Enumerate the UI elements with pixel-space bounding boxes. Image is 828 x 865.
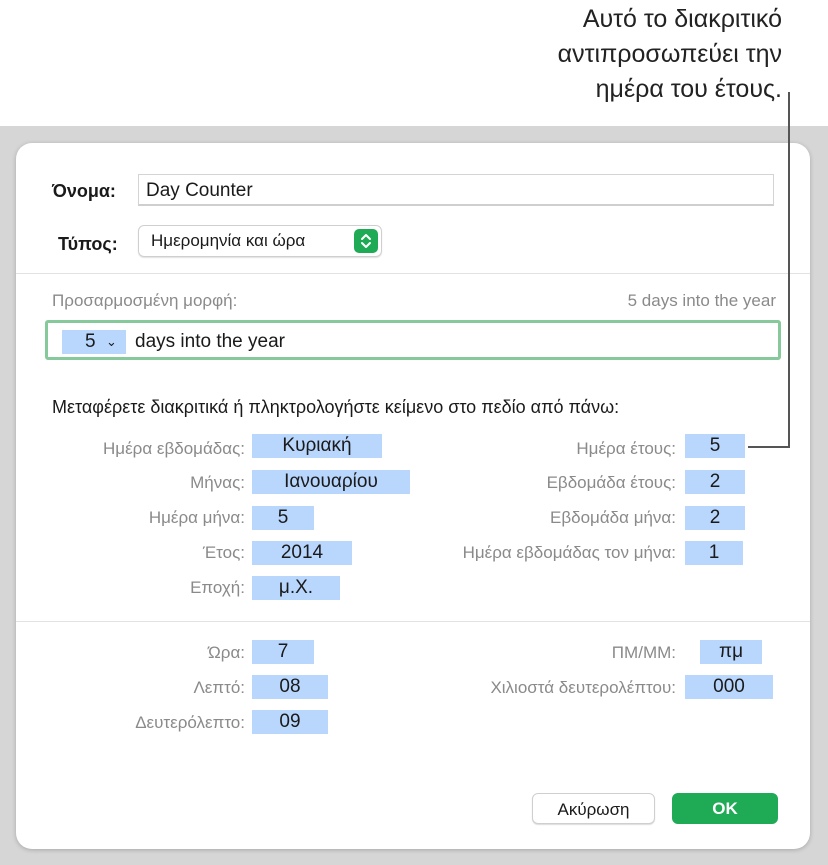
- callout-line-1: Αυτό το διακριτικό: [582, 5, 782, 33]
- token-week-of-year[interactable]: 2: [685, 470, 745, 494]
- token-label-milliseconds: Χιλιοστά δευτερολέπτου:: [490, 678, 676, 697]
- token-label-year: Έτος:: [202, 543, 245, 562]
- token-label-week-of-month: Εβδομάδα μήνα:: [550, 508, 676, 527]
- token-year[interactable]: 2014: [252, 541, 352, 565]
- ok-button[interactable]: OK: [672, 793, 778, 824]
- format-token-value: 5: [85, 331, 96, 352]
- name-input[interactable]: Day Counter: [138, 174, 774, 206]
- token-day-of-year[interactable]: 5: [685, 434, 745, 458]
- callout-annotation: Αυτό το διακριτικό αντιπροσωπεύει την ημ…: [422, 2, 782, 107]
- chevron-down-icon: ⌄: [106, 334, 117, 349]
- custom-format-label: Προσαρμοσμένη μορφή:: [52, 291, 238, 310]
- token-second[interactable]: 09: [252, 710, 328, 734]
- callout-line-3: ημέρα του έτους.: [595, 75, 782, 103]
- token-milliseconds[interactable]: 000: [685, 675, 773, 699]
- type-popup-button[interactable]: Ημερομηνία και ώρα: [138, 225, 382, 257]
- token-label-hour: Ώρα:: [207, 643, 245, 662]
- format-literal-text: days into the year: [135, 331, 285, 352]
- token-month[interactable]: Ιανουαρίου: [252, 470, 410, 494]
- drag-instructions: Μεταφέρετε διακριτικά ή πληκτρολογήστε κ…: [52, 397, 620, 417]
- token-label-weekday: Ημέρα εβδομάδας:: [103, 439, 245, 458]
- custom-format-dialog: [16, 143, 810, 849]
- type-label: Τύπος:: [58, 234, 118, 254]
- token-hour[interactable]: 7: [252, 640, 314, 664]
- format-preview: 5 days into the year: [627, 291, 776, 310]
- token-label-second: Δευτερόλεπτο:: [135, 713, 245, 732]
- token-label-week-of-year: Εβδομάδα έτους:: [546, 473, 676, 492]
- token-weekday[interactable]: Κυριακή: [252, 434, 382, 458]
- section-divider: [16, 273, 810, 274]
- token-label-day-of-month: Ημέρα μήνα:: [148, 508, 245, 527]
- token-weekday-in-month[interactable]: 1: [685, 541, 743, 565]
- callout-leader-line-horizontal: [748, 446, 790, 448]
- token-label-month: Μήνας:: [190, 473, 245, 492]
- type-popup-value: Ημερομηνία και ώρα: [151, 231, 306, 250]
- token-day-of-month[interactable]: 5: [252, 506, 314, 530]
- callout-leader-line: [788, 92, 790, 448]
- token-label-am-pm: ΠΜ/ΜΜ:: [611, 643, 676, 662]
- token-label-day-of-year: Ημέρα έτους:: [576, 439, 676, 458]
- token-label-weekday-in-month: Ημέρα εβδομάδας τον μήνα:: [462, 543, 676, 562]
- callout-line-2: αντιπροσωπεύει την: [557, 40, 782, 68]
- cancel-button[interactable]: Ακύρωση: [532, 793, 655, 824]
- token-label-minute: Λεπτό:: [193, 678, 245, 697]
- format-token-day-of-year[interactable]: 5 ⌄: [62, 330, 126, 354]
- up-down-chevron-icon: [354, 229, 378, 253]
- name-label: Όνομα:: [52, 181, 116, 201]
- section-divider-time: [16, 621, 810, 622]
- token-am-pm[interactable]: πμ: [700, 640, 762, 664]
- token-week-of-month[interactable]: 2: [685, 506, 745, 530]
- token-label-era: Εποχή:: [190, 578, 245, 597]
- token-era[interactable]: μ.Χ.: [252, 576, 340, 600]
- token-minute[interactable]: 08: [252, 675, 328, 699]
